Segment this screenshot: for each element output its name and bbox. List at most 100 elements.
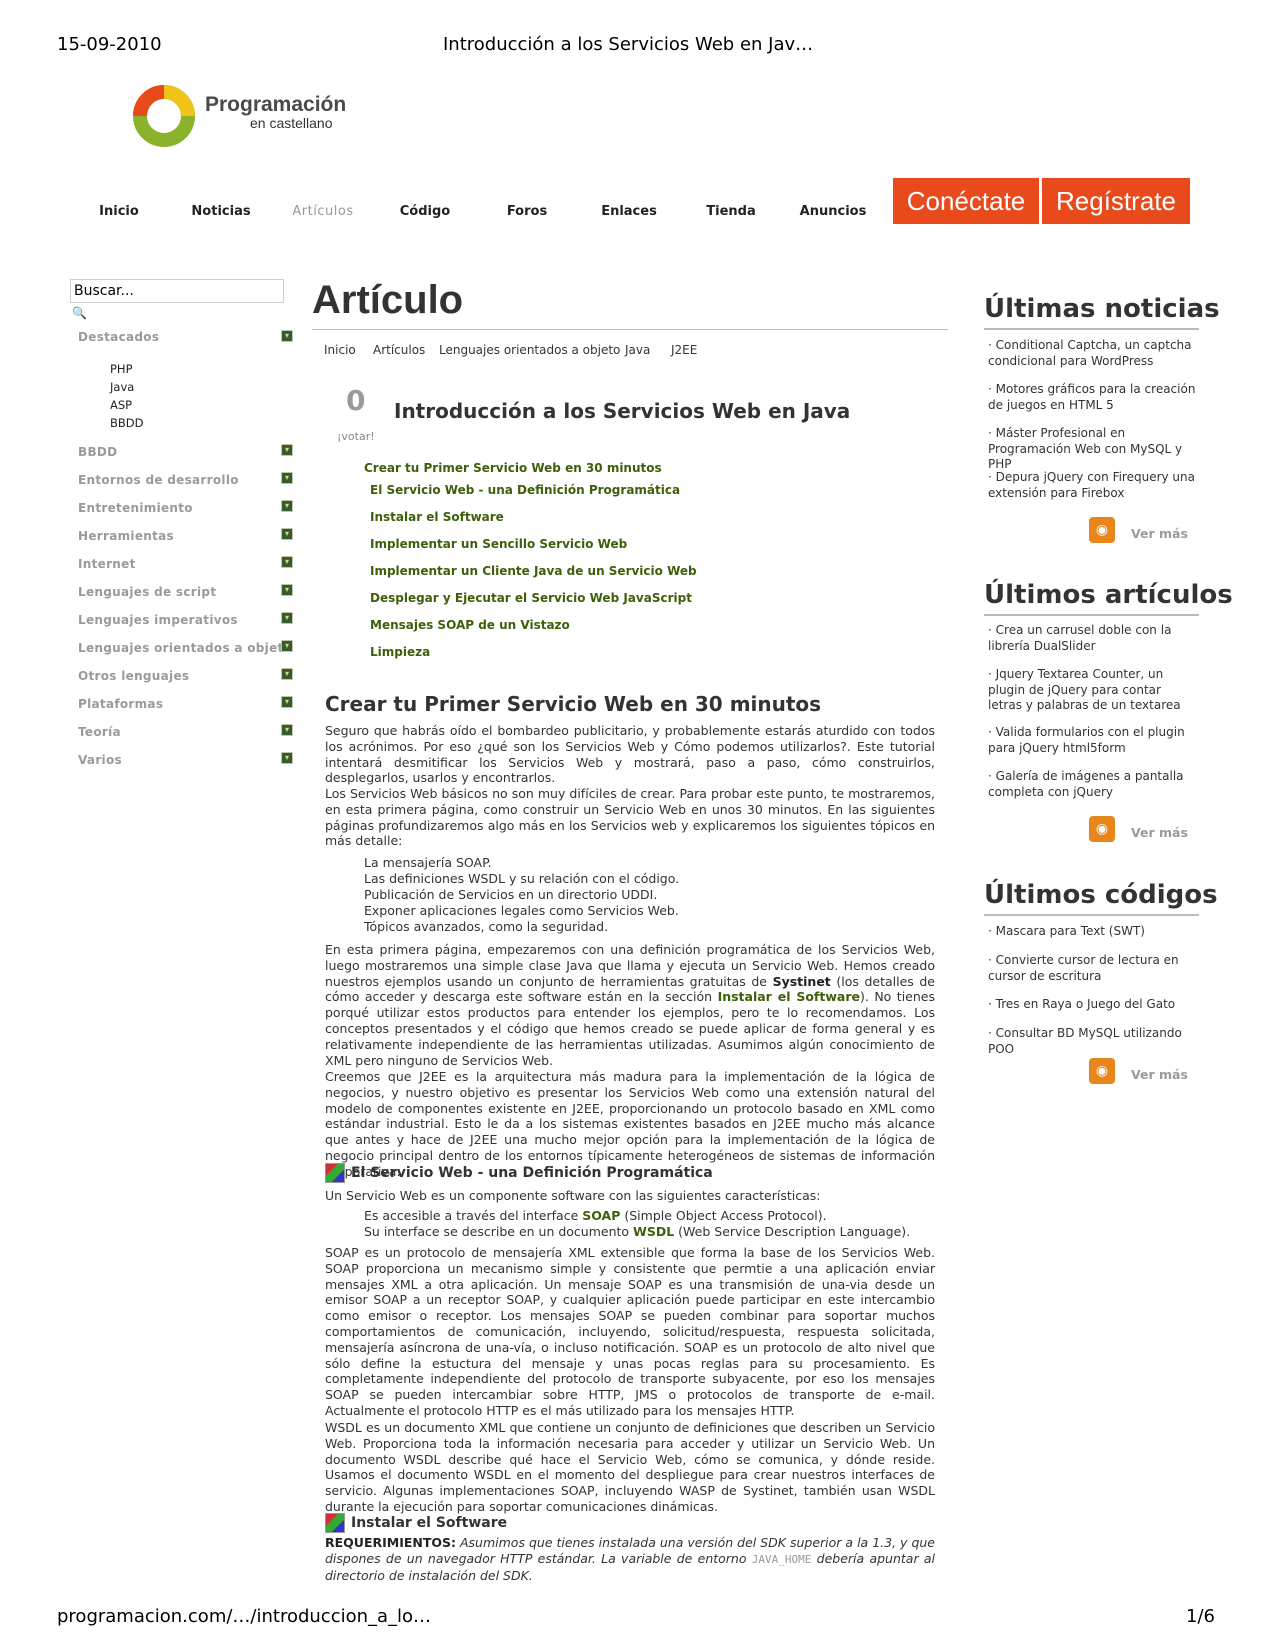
logo-title[interactable]: Programación [205,93,346,117]
expand-icon[interactable]: ▾ [281,330,293,342]
expand-icon[interactable]: ▾ [281,584,293,596]
install-software-link[interactable]: Instalar el Software [718,989,860,1004]
list-item: Tópicos avanzados, como la seguridad. [364,919,609,934]
nav-anuncios[interactable]: Anuncios [783,204,883,219]
codes-heading: Últimos códigos [984,880,1218,910]
article-item[interactable]: · Crea un carrusel doble con la librería… [988,623,1196,654]
paragraph: WSDL es un documento XML que contiene un… [325,1420,935,1514]
code-item[interactable]: · Convierte cursor de lectura en cursor … [988,953,1196,984]
systinet-text: Systinet [772,973,831,989]
nav-codigo[interactable]: Código [375,204,475,219]
list-item: Es accesible a través del interface SOAP… [364,1208,827,1223]
search-input[interactable] [70,279,284,303]
category-plataformas[interactable]: Plataformas [78,697,163,711]
toc-item[interactable]: El Servicio Web - una Definición Program… [370,483,680,497]
code-item[interactable]: · Tres en Raya o Juego del Gato [988,997,1196,1013]
toc-item[interactable]: Desplegar y Ejecutar el Servicio Web Jav… [370,591,692,605]
toc-item[interactable]: Mensajes SOAP de un Vistazo [370,618,570,632]
expand-icon[interactable]: ▾ [281,752,293,764]
toc-item[interactable]: Implementar un Sencillo Servicio Web [370,537,627,551]
expand-icon[interactable]: ▾ [281,528,293,540]
list-item: Su interface se describe en un documento… [364,1224,911,1239]
category-entretenimiento[interactable]: Entretenimiento [78,501,193,515]
rss-icon[interactable]: ◉ [1089,517,1115,543]
expand-icon[interactable]: ▾ [281,556,293,568]
divider [984,914,1199,916]
list-item: Publicación de Servicios en un directori… [364,887,658,902]
print-doc-title: Introducción a los Servicios Web en Jav… [443,34,814,55]
list-item: Exponer aplicaciones legales como Servic… [364,903,679,918]
code-item[interactable]: · Consultar BD MySQL utilizando POO [988,1026,1196,1057]
rss-icon[interactable]: ◉ [1089,1058,1115,1084]
news-item[interactable]: · Máster Profesional en Programación Web… [988,426,1196,473]
toc-item[interactable]: Limpieza [370,645,430,659]
expand-icon[interactable]: ▾ [281,612,293,624]
connect-button[interactable]: Conéctate [893,178,1039,224]
rss-icon[interactable]: ◉ [1089,816,1115,842]
subsection-heading: El Servicio Web - una Definición Program… [325,1163,713,1183]
breadcrumb-java[interactable]: Java [625,343,650,357]
print-page-number: 1/6 [1186,1606,1215,1627]
category-entornos[interactable]: Entornos de desarrollo [78,473,239,487]
category-varios[interactable]: Varios [78,753,122,767]
expand-icon[interactable]: ▾ [281,444,293,456]
article-item[interactable]: · Valida formularios con el plugin para … [988,725,1196,756]
image-icon [325,1163,345,1183]
register-button[interactable]: Regístrate [1042,178,1190,224]
news-item[interactable]: · Motores gráficos para la creación de j… [988,382,1196,413]
toc-item[interactable]: Crear tu Primer Servicio Web en 30 minut… [364,461,662,475]
news-item[interactable]: · Depura jQuery con Firequery una extens… [988,470,1196,501]
nav-tienda[interactable]: Tienda [681,204,781,219]
nav-noticias[interactable]: Noticias [171,204,271,219]
search-icon[interactable]: 🔍 [72,306,87,320]
ver-mas-link[interactable]: Ver más [1131,526,1188,541]
expand-icon[interactable]: ▾ [281,500,293,512]
category-otros-lenguajes[interactable]: Otros lenguajes [78,669,189,683]
nav-inicio[interactable]: Inicio [69,204,169,219]
article-item[interactable]: · Jquery Textarea Counter, un plugin de … [988,667,1196,714]
ver-mas-link[interactable]: Ver más [1131,1067,1188,1082]
vote-button[interactable]: ¡votar! [337,430,375,443]
nav-enlaces[interactable]: Enlaces [579,204,679,219]
ver-mas-link[interactable]: Ver más [1131,825,1188,840]
articles-heading: Últimos artículos [984,580,1233,610]
news-item[interactable]: · Conditional Captcha, un captcha condic… [988,338,1196,369]
list-item: Las definiciones WSDL y su relación con … [364,871,680,886]
breadcrumb-lenguajes-oo[interactable]: Lenguajes orientados a objeto [439,343,620,357]
subcategory-php[interactable]: PHP [110,362,133,376]
category-destacados[interactable]: Destacados [78,330,159,344]
print-date: 15-09-2010 [57,34,162,55]
subcategory-java[interactable]: Java [110,380,134,394]
breadcrumb-articulos[interactable]: Artículos [373,343,425,357]
expand-icon[interactable]: ▾ [281,724,293,736]
paragraph: Los Servicios Web básicos no son muy dif… [325,786,935,849]
requirements-note: REQUERIMIENTOS: Asumimos que tienes inst… [325,1535,935,1583]
logo-ring-icon[interactable] [130,82,198,150]
subsection-heading: Instalar el Software [325,1513,507,1533]
category-lenguajes-imperativos[interactable]: Lenguajes imperativos [78,613,238,627]
news-heading: Últimas noticias [984,294,1220,324]
category-lenguajes-script[interactable]: Lenguajes de script [78,585,216,599]
article-item[interactable]: · Galería de imágenes a pantalla complet… [988,769,1196,800]
expand-icon[interactable]: ▾ [281,640,293,652]
subcategory-asp[interactable]: ASP [110,398,132,412]
code-item[interactable]: · Mascara para Text (SWT) [988,924,1196,940]
subcategory-bbdd[interactable]: BBDD [110,416,144,430]
category-teoria[interactable]: Teoría [78,725,121,739]
expand-icon[interactable]: ▾ [281,472,293,484]
nav-articulos[interactable]: Artículos [273,204,373,219]
expand-icon[interactable]: ▾ [281,668,293,680]
logo-subtitle: en castellano [250,115,333,131]
title-divider [312,329,948,330]
category-lenguajes-oo[interactable]: Lenguajes orientados a objeto [78,641,292,655]
breadcrumb-inicio[interactable]: Inicio [324,343,356,357]
page-title: Artículo [312,278,464,322]
category-internet[interactable]: Internet [78,557,136,571]
toc-item[interactable]: Implementar un Cliente Java de un Servic… [370,564,697,578]
toc-item[interactable]: Instalar el Software [370,510,504,524]
category-bbdd[interactable]: BBDD [78,445,117,459]
expand-icon[interactable]: ▾ [281,696,293,708]
category-herramientas[interactable]: Herramientas [78,529,174,543]
nav-foros[interactable]: Foros [477,204,577,219]
breadcrumb-j2ee[interactable]: J2EE [671,343,697,357]
